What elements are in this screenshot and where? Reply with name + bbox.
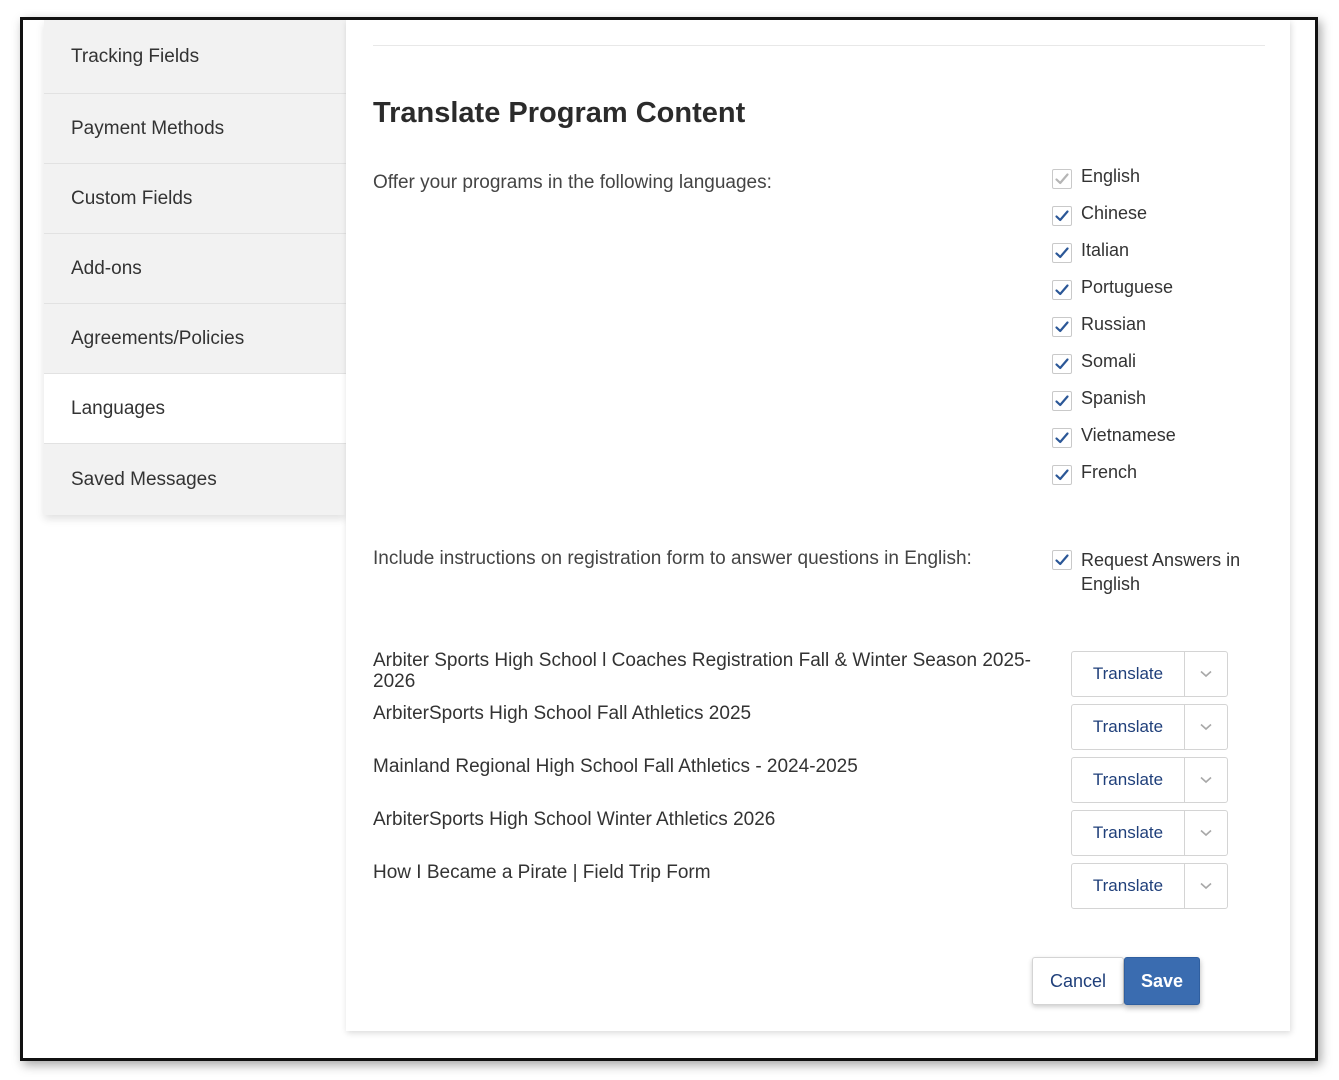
check-icon [1055,432,1069,444]
sidebar-item-label: Payment Methods [71,117,225,139]
program-name: How I Became a Pirate | Field Trip Form [373,862,711,883]
sidebar-item-label: Add-ons [71,257,142,279]
language-option-spanish[interactable]: Spanish [1052,388,1176,425]
language-option-chinese[interactable]: Chinese [1052,203,1176,240]
save-button[interactable]: Save [1124,957,1200,1005]
instructions-prompt: Include instructions on registration for… [373,548,972,569]
cancel-button[interactable]: Cancel [1032,957,1124,1005]
language-label: Somali [1081,351,1137,371]
chevron-down-icon [1200,723,1212,731]
translate-dropdown-toggle[interactable] [1185,758,1227,802]
program-name: ArbiterSports High School Fall Athletics… [373,703,752,724]
language-option-english[interactable]: English [1052,166,1176,203]
checkbox[interactable] [1052,391,1072,411]
checkbox[interactable] [1052,354,1072,374]
translate-button[interactable]: Translate [1072,811,1185,855]
sidebar-item-tracking-fields[interactable]: Tracking Fields [44,20,346,94]
check-icon [1055,173,1069,185]
check-icon [1055,247,1069,259]
language-label: English [1081,166,1141,186]
check-icon [1055,321,1069,333]
settings-sidebar: Tracking Fields Payment Methods Custom F… [44,20,346,515]
checkbox[interactable] [1052,428,1072,448]
language-label: Portuguese [1081,277,1174,297]
check-icon [1055,210,1069,222]
language-label: Russian [1081,314,1147,334]
language-option-russian[interactable]: Russian [1052,314,1176,351]
checkbox[interactable] [1052,317,1072,337]
language-option-vietnamese[interactable]: Vietnamese [1052,425,1176,462]
language-checkbox-list: English Chinese Italian Portuguese Russi… [1052,166,1176,499]
check-icon [1055,554,1069,566]
checkbox[interactable] [1052,169,1072,189]
language-label: French [1081,462,1138,482]
program-name: Arbiter Sports High School l Coaches Reg… [373,650,1031,692]
translate-dropdown-toggle[interactable] [1185,705,1227,749]
program-name: ArbiterSports High School Winter Athleti… [373,809,776,830]
language-option-somali[interactable]: Somali [1052,351,1176,388]
language-option-portuguese[interactable]: Portuguese [1052,277,1176,314]
check-icon [1055,469,1069,481]
sidebar-item-custom-fields[interactable]: Custom Fields [44,164,346,234]
sidebar-item-label: Saved Messages [71,468,217,490]
sidebar-item-label: Agreements/Policies [71,327,245,349]
language-option-italian[interactable]: Italian [1052,240,1176,277]
app-window: Tracking Fields Payment Methods Custom F… [20,17,1318,1061]
checkbox[interactable] [1052,243,1072,263]
translate-button[interactable]: Translate [1072,705,1185,749]
chevron-down-icon [1200,776,1212,784]
chevron-down-icon [1200,882,1212,890]
sidebar-item-saved-messages[interactable]: Saved Messages [44,444,346,515]
translate-dropdown-toggle[interactable] [1185,652,1227,696]
check-icon [1055,284,1069,296]
language-label: Spanish [1081,388,1147,408]
languages-prompt: Offer your programs in the following lan… [373,172,772,193]
translate-button[interactable]: Translate [1072,652,1185,696]
check-icon [1055,395,1069,407]
program-name: Mainland Regional High School Fall Athle… [373,756,858,777]
translate-split-button: Translate [1071,863,1228,909]
request-answers-option[interactable]: Request Answers in English [1052,548,1256,596]
sidebar-item-payment-methods[interactable]: Payment Methods [44,94,346,164]
translate-split-button: Translate [1071,704,1228,750]
translate-split-button: Translate [1071,651,1228,697]
translate-split-button: Translate [1071,757,1228,803]
sidebar-item-label: Tracking Fields [71,45,200,67]
chevron-down-icon [1200,670,1212,678]
page-title: Translate Program Content [373,97,746,129]
checkbox[interactable] [1052,465,1072,485]
language-option-french[interactable]: French [1052,462,1176,499]
sidebar-item-agreements-policies[interactable]: Agreements/Policies [44,304,346,374]
check-icon [1055,358,1069,370]
sidebar-item-add-ons[interactable]: Add-ons [44,234,346,304]
translate-dropdown-toggle[interactable] [1185,811,1227,855]
request-answers-label: Request Answers in English [1081,550,1241,594]
language-label: Chinese [1081,203,1148,223]
divider [373,45,1265,46]
checkbox[interactable] [1052,206,1072,226]
language-label: Italian [1081,240,1130,260]
languages-panel: Translate Program Content Offer your pro… [346,20,1290,1031]
sidebar-item-label: Custom Fields [71,187,193,209]
chevron-down-icon [1200,829,1212,837]
checkbox[interactable] [1052,280,1072,300]
translate-button[interactable]: Translate [1072,758,1185,802]
translate-button[interactable]: Translate [1072,864,1185,908]
checkbox[interactable] [1052,550,1072,570]
translate-dropdown-toggle[interactable] [1185,864,1227,908]
translate-split-button: Translate [1071,810,1228,856]
sidebar-item-label: Languages [71,397,166,419]
sidebar-item-languages[interactable]: Languages [44,374,346,444]
language-label: Vietnamese [1081,425,1176,445]
